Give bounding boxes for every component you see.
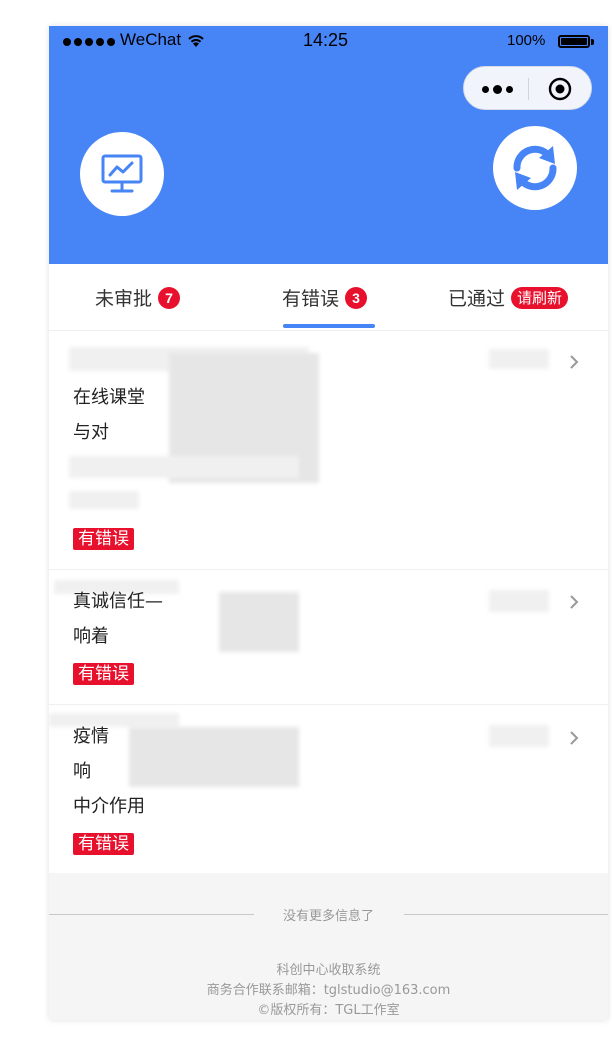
tab-errors[interactable]: 有错误 3 (282, 284, 368, 311)
item-title-line: 中介作用 (73, 796, 145, 817)
no-more-text: 没有更多信息了 (49, 905, 608, 924)
monitor-chart-icon (101, 154, 143, 193)
chevron-right-icon (570, 355, 579, 369)
error-tag: 有错误 (73, 833, 134, 855)
pending-count-badge: 7 (158, 286, 181, 309)
list-item[interactable]: 在线课堂 与对 有错误 (49, 331, 608, 570)
chevron-right-icon (570, 731, 579, 745)
tab-approved[interactable]: 已通过 请刷新 (448, 284, 569, 311)
wifi-icon (188, 35, 204, 47)
error-count-badge: 3 (345, 286, 368, 309)
error-tag: 有错误 (73, 528, 134, 550)
item-title-line: 真诚信任— (73, 591, 163, 612)
list-item[interactable]: 真诚信任— 响着 有错误 (49, 570, 608, 705)
signal-icon (63, 38, 115, 46)
refresh-button[interactable] (493, 126, 577, 210)
system-name: 科创中心收取系统 (276, 963, 381, 978)
chevron-right-icon (570, 595, 579, 609)
status-bar: WeChat 14:25 100% (49, 26, 608, 56)
copyright: ©版权所有：TGL工作室 (257, 1003, 400, 1018)
item-title-line: 疫情 (73, 726, 109, 747)
item-title-line: 响着 (73, 626, 109, 647)
tab-label: 已通过 (448, 288, 506, 310)
battery-icon (558, 35, 590, 48)
more-menu-icon[interactable] (482, 85, 513, 94)
header: WeChat 14:25 100% (49, 26, 608, 264)
refresh-badge: 请刷新 (511, 286, 569, 309)
item-title-line: 在线课堂 (73, 387, 145, 408)
tab-pending[interactable]: 未审批 7 (95, 284, 181, 311)
item-title-line: 与对 (73, 422, 109, 443)
phone-screen: WeChat 14:25 100% 未审批 7 有错误 3 已通过 请刷新 在线… (49, 26, 608, 1020)
submission-list: 在线课堂 与对 有错误 真诚信任— 响着 有错误 疫情 响 中介作用 有错误 (49, 331, 608, 873)
contact-email: 商务合作联系邮箱：tglstudio@163.com (206, 983, 451, 998)
error-tag: 有错误 (73, 663, 134, 685)
active-tab-indicator (283, 324, 375, 328)
item-title-line: 响 (73, 761, 91, 782)
close-miniprogram-icon[interactable] (548, 77, 572, 101)
refresh-icon (513, 145, 557, 191)
tab-label: 有错误 (282, 288, 340, 310)
clock: 14:25 (303, 30, 349, 50)
mini-program-capsule (463, 66, 592, 110)
battery-percent: 100% (507, 32, 546, 49)
list-item[interactable]: 疫情 响 中介作用 有错误 (49, 705, 608, 873)
tab-label: 未审批 (95, 288, 153, 310)
carrier-name: WeChat (120, 30, 182, 49)
tab-bar: 未审批 7 有错误 3 已通过 请刷新 (49, 264, 608, 331)
dashboard-button[interactable] (80, 132, 164, 216)
